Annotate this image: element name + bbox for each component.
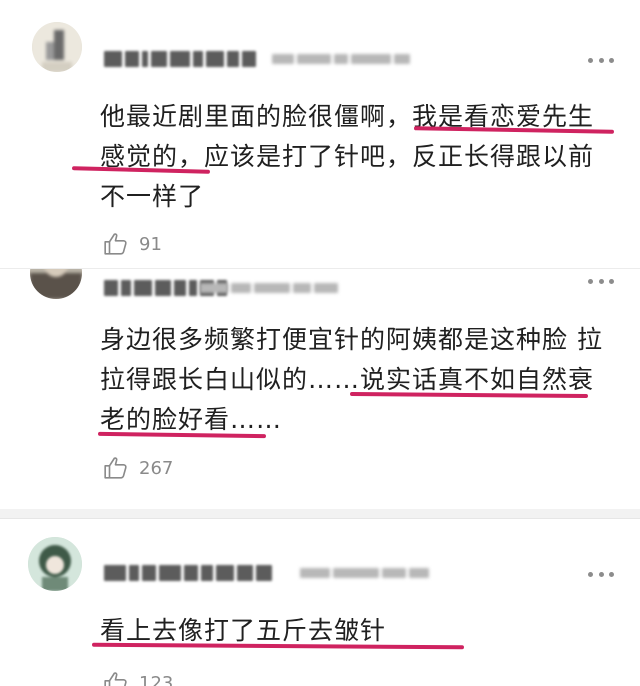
like-button[interactable]: 267 xyxy=(103,454,173,482)
comment-meta-blurred xyxy=(300,566,429,580)
more-dots-icon[interactable] xyxy=(588,277,614,285)
avatar[interactable] xyxy=(32,22,82,72)
thumbs-up-icon xyxy=(103,231,129,257)
like-button[interactable]: 123 xyxy=(103,669,173,686)
comment-meta-blurred xyxy=(200,281,338,295)
username-blurred[interactable] xyxy=(104,48,256,70)
comment-card: 看上去像打了五斤去皱针 123 xyxy=(0,518,640,686)
like-count: 267 xyxy=(139,458,173,479)
comment-text: 他最近剧里面的脸很僵啊，我是看恋爱先生 感觉的，应该是打了针吧，反正长得跟以前 … xyxy=(100,97,620,217)
thumbs-up-icon xyxy=(103,670,129,686)
comment-card: 他最近剧里面的脸很僵啊，我是看恋爱先生 感觉的，应该是打了针吧，反正长得跟以前 … xyxy=(0,0,640,268)
comment-card: 身边很多频繁打便宜针的阿姨都是这种脸 拉 拉得跟长白山似的……说实话真不如自然衰… xyxy=(0,268,640,509)
like-count: 91 xyxy=(139,234,162,255)
comment-meta-blurred xyxy=(272,52,410,66)
more-dots-icon[interactable] xyxy=(588,570,614,578)
username-blurred[interactable] xyxy=(104,562,272,584)
thumbs-up-icon xyxy=(103,455,129,481)
avatar[interactable] xyxy=(28,537,82,591)
more-dots-icon[interactable] xyxy=(588,56,614,64)
like-count: 123 xyxy=(139,673,173,686)
comment-text: 身边很多频繁打便宜针的阿姨都是这种脸 拉 拉得跟长白山似的……说实话真不如自然衰… xyxy=(100,320,620,440)
avatar[interactable] xyxy=(30,268,82,299)
like-button[interactable]: 91 xyxy=(103,230,162,258)
